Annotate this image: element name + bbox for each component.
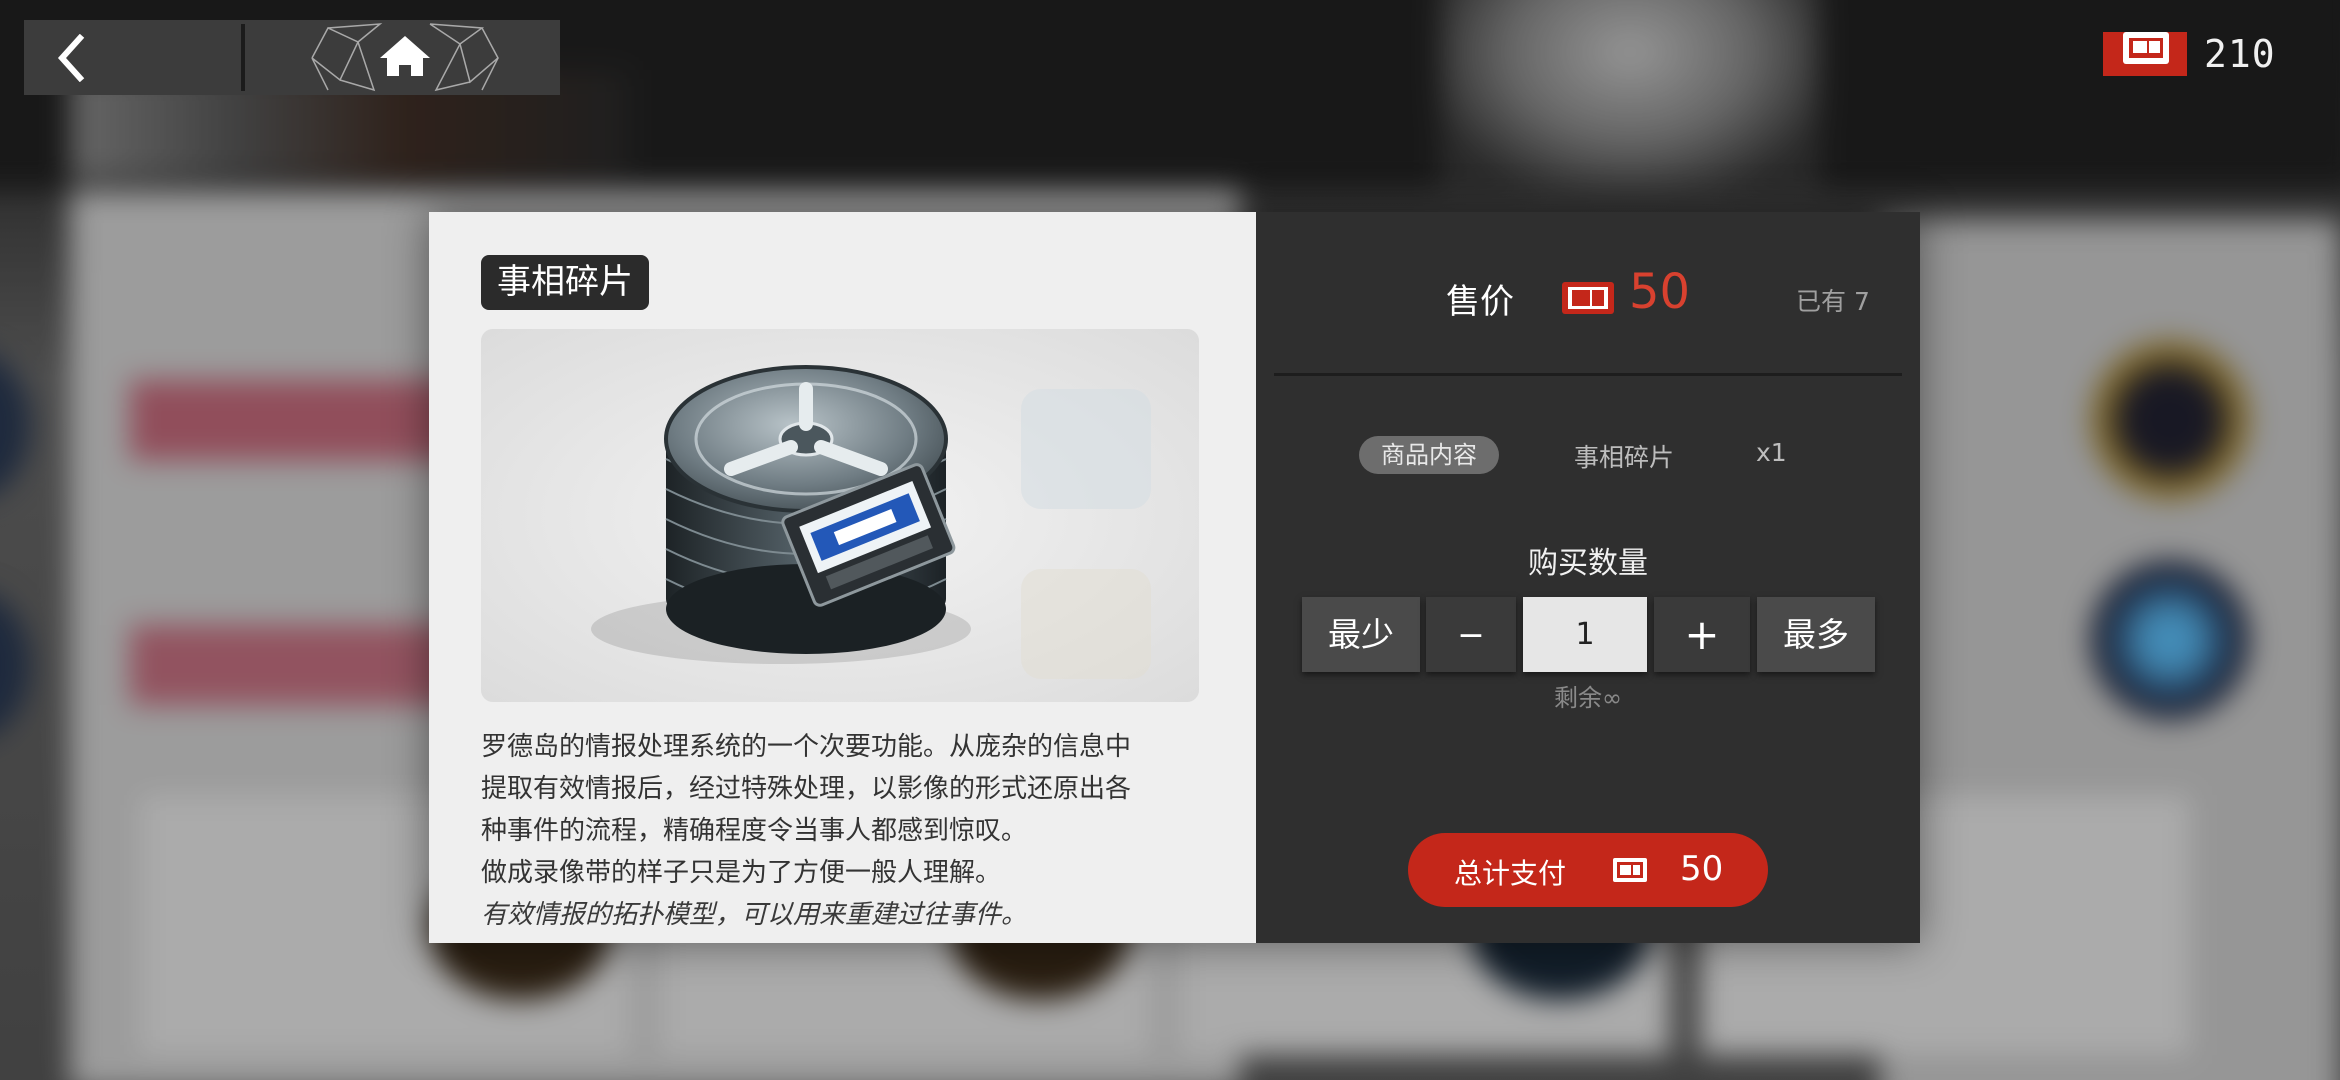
content-item-quantity: x1 bbox=[1756, 438, 1787, 467]
decrease-quantity-button[interactable]: − bbox=[1426, 597, 1516, 672]
quantity-input[interactable]: 1 bbox=[1523, 597, 1647, 672]
card-ticket-icon bbox=[1613, 858, 1647, 882]
remaining-stock: 剩余∞ bbox=[1554, 684, 1622, 712]
pay-total-button[interactable]: 总计支付 50 bbox=[1408, 833, 1768, 907]
divider bbox=[1274, 373, 1902, 376]
card-ticket-icon bbox=[2123, 32, 2169, 64]
item-title: 事相碎片 bbox=[481, 255, 649, 310]
item-description: 罗德岛的情报处理系统的一个次要功能。从庞杂的信息中 提取有效情报后，经过特殊处理… bbox=[481, 726, 1221, 936]
card-ticket-icon bbox=[1562, 282, 1614, 314]
pay-total-value: 50 bbox=[1680, 849, 1724, 889]
item-image bbox=[481, 329, 1199, 702]
owned-count: 已有 7 bbox=[1796, 287, 1870, 316]
content-item-name: 事相碎片 bbox=[1574, 443, 1675, 472]
description-line: 罗德岛的情报处理系统的一个次要功能。从庞杂的信息中 bbox=[481, 732, 1132, 762]
content-badge: 商品内容 bbox=[1359, 436, 1499, 474]
currency-icon-badge bbox=[2103, 32, 2187, 76]
flavor-text: 有效情报的拓扑模型，可以用来重建过往事件。 bbox=[481, 900, 1028, 930]
nav-divider bbox=[241, 24, 245, 91]
increase-quantity-button[interactable]: + bbox=[1654, 597, 1750, 672]
top-nav-bar bbox=[24, 20, 560, 95]
price-value: 50 bbox=[1629, 264, 1691, 320]
description-line: 种事件的流程，精确程度令当事人都感到惊叹。 bbox=[481, 816, 1028, 846]
min-quantity-button[interactable]: 最少 bbox=[1302, 597, 1420, 672]
max-quantity-button[interactable]: 最多 bbox=[1757, 597, 1875, 672]
purchase-dialog: 事相碎片 罗德岛的情报处理系统的一个次要功能。从庞杂的信息中 提取有效情报后，经… bbox=[429, 212, 1920, 943]
description-line: 做成录像带的样子只是为了方便一般人理解。 bbox=[481, 858, 1002, 888]
item-info-panel: 事相碎片 罗德岛的情报处理系统的一个次要功能。从庞杂的信息中 提取有效情报后，经… bbox=[429, 212, 1256, 943]
purchase-panel: 售价 50 已有 7 商品内容 事相碎片 x1 购买数量 最少 − 1 + 最多… bbox=[1256, 212, 1920, 943]
home-icon bbox=[311, 23, 499, 92]
home-button[interactable] bbox=[310, 20, 500, 95]
price-label: 售价 bbox=[1446, 282, 1514, 322]
description-line: 提取有效情报后，经过特殊处理，以影像的形式还原出各 bbox=[481, 774, 1132, 804]
pay-total-label: 总计支付 bbox=[1454, 857, 1567, 890]
currency-amount: 210 bbox=[2204, 32, 2276, 76]
film-reels-icon bbox=[481, 329, 1199, 702]
chevron-left-icon bbox=[57, 34, 85, 82]
quantity-label: 购买数量 bbox=[1528, 546, 1648, 581]
back-button[interactable] bbox=[24, 20, 239, 95]
